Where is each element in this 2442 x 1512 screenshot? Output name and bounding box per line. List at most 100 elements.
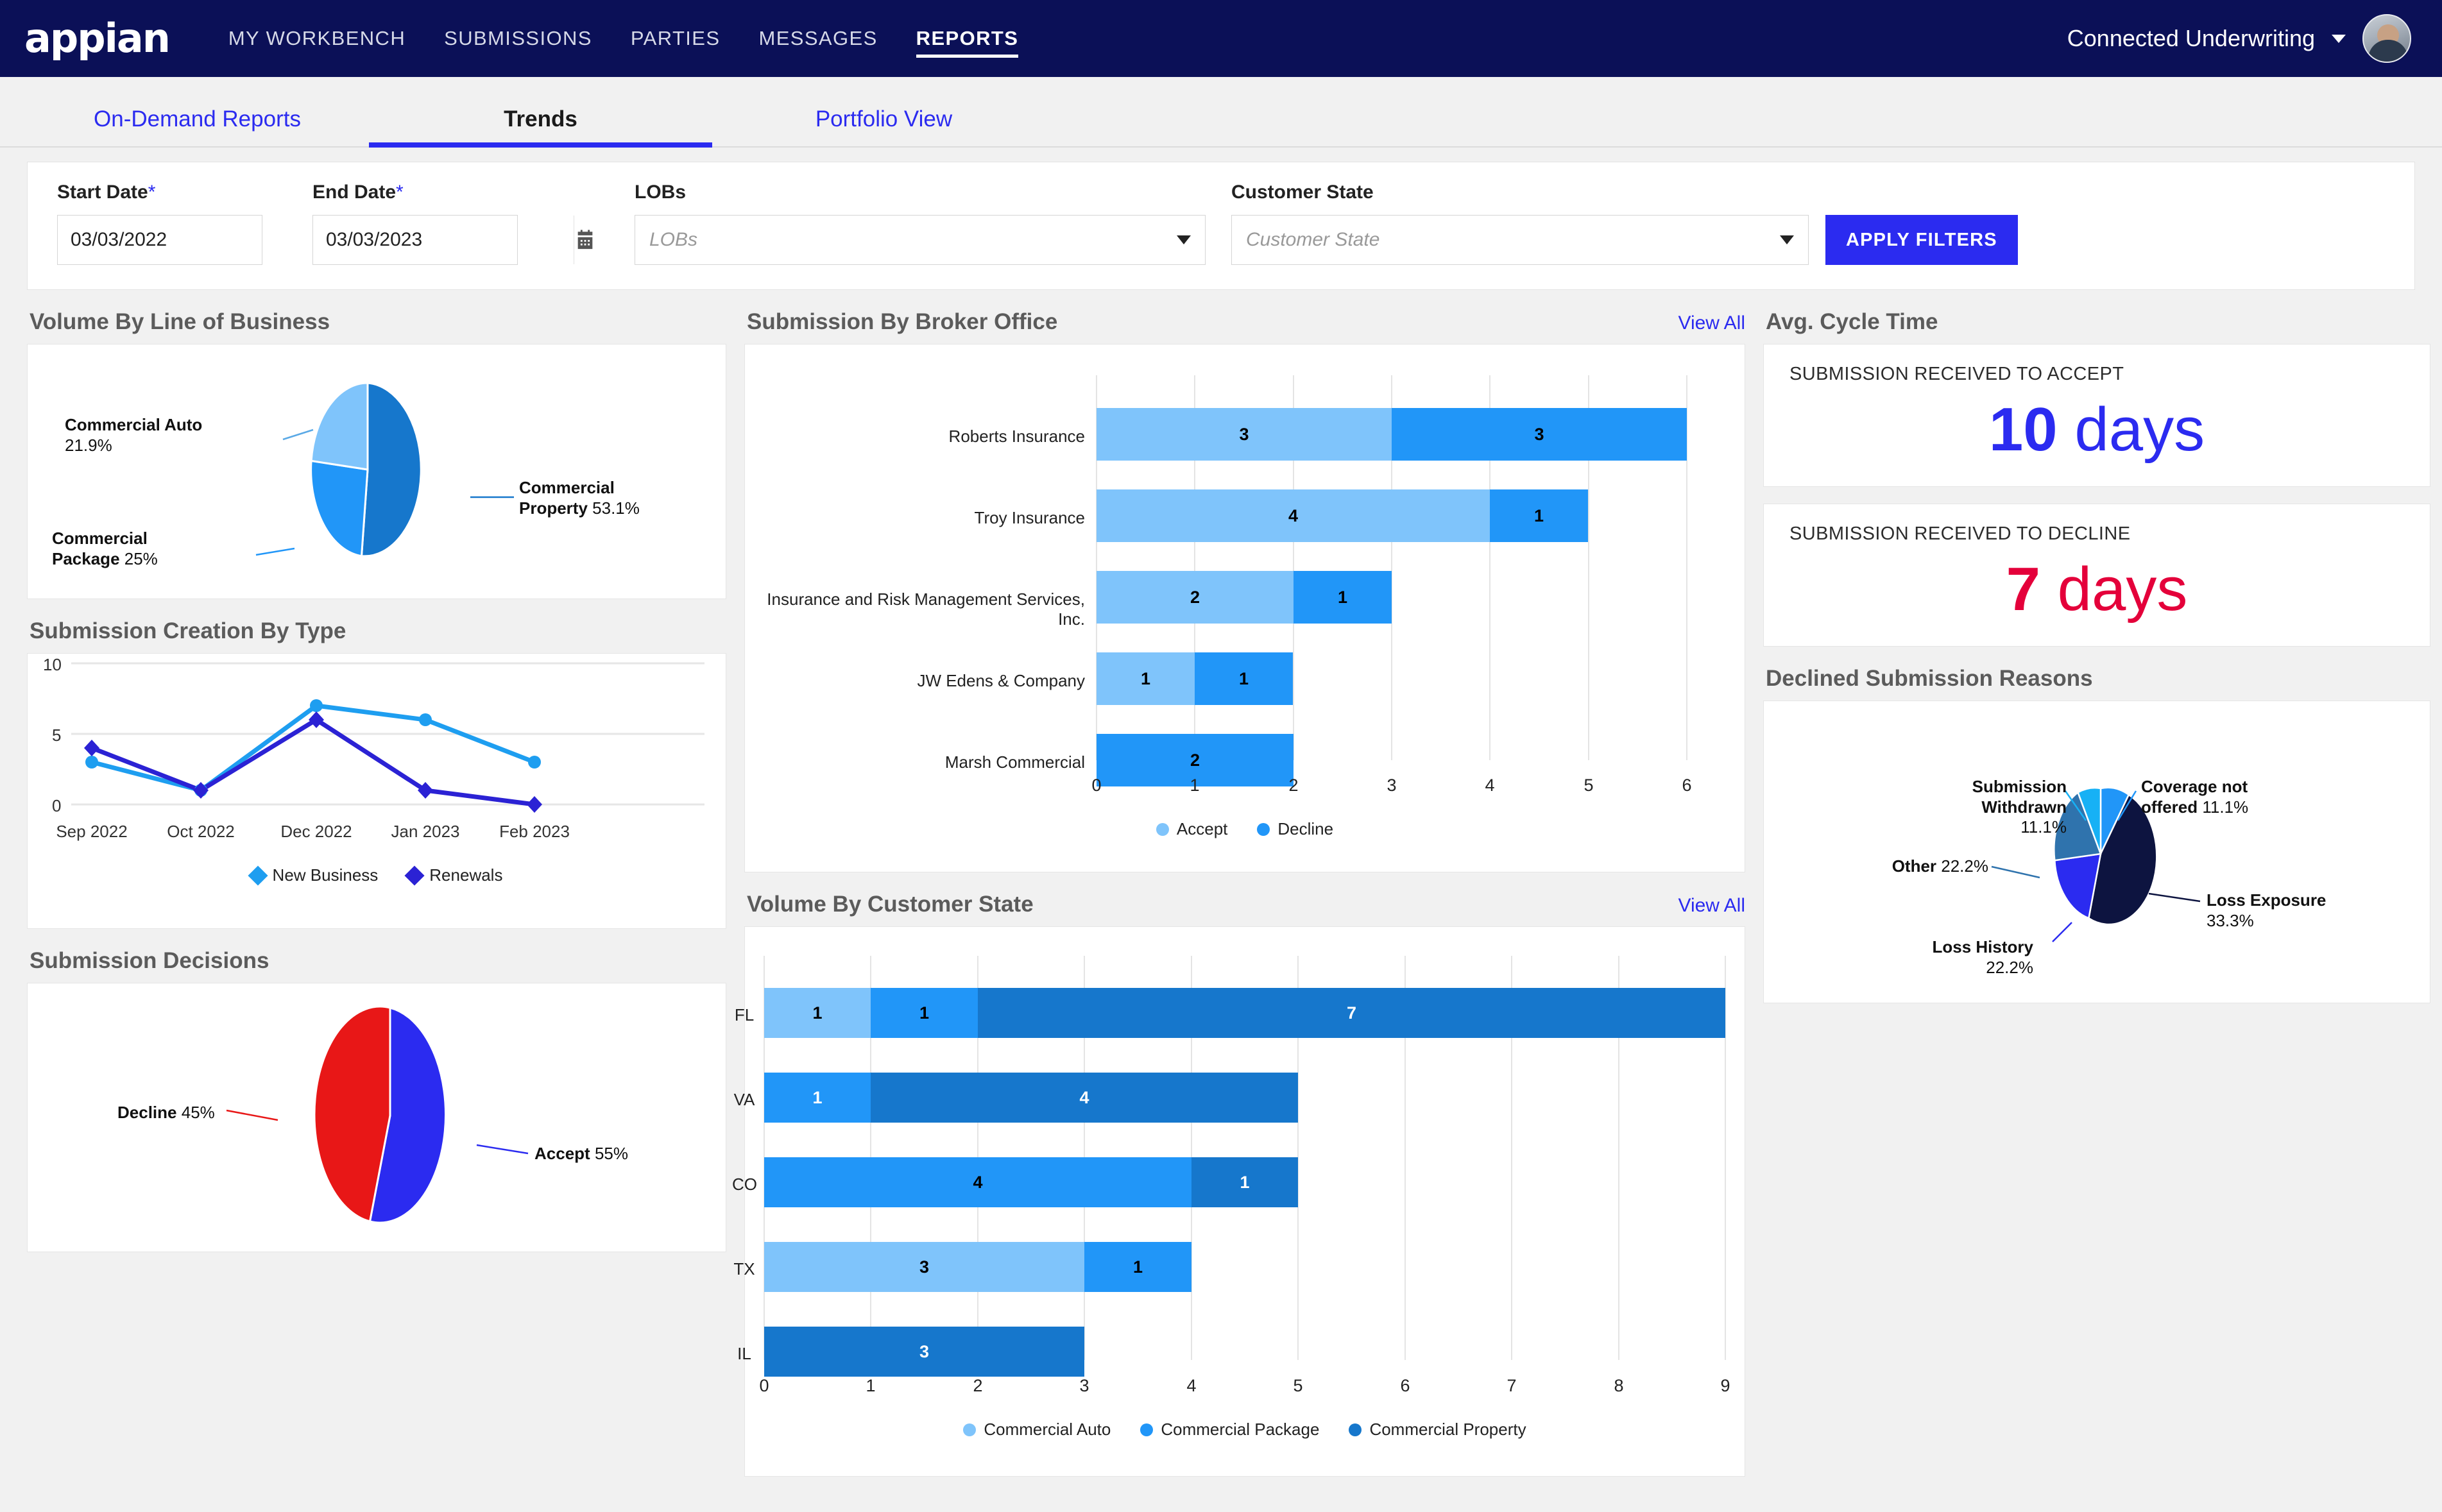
- x-tick-broker-6: 6: [1682, 776, 1692, 795]
- end-date-label: End Date*: [312, 182, 518, 203]
- kpi-unit-accept: days: [2074, 395, 2205, 464]
- required-marker-2: *: [396, 182, 404, 203]
- x-tick-oct-2022: Oct 2022: [167, 822, 235, 841]
- user-menu[interactable]: Connected Underwriting: [2067, 14, 2418, 63]
- customer-state-chart: 1 1 7 1 4 4 1 3 1 3 FL VA CO TX IL 0 1 2…: [732, 927, 1745, 1476]
- chevron-down-icon-state: [1780, 235, 1794, 244]
- nav-item-submissions[interactable]: SUBMISSIONS: [425, 0, 611, 77]
- pie-label-loss-history-name: Loss History: [1932, 937, 2034, 956]
- volume-by-lob-title: Volume By Line of Business: [30, 309, 330, 334]
- lobs-label: LOBs: [635, 182, 687, 203]
- appian-logo[interactable]: appian: [24, 19, 171, 58]
- tab-trends[interactable]: Trends: [369, 106, 712, 148]
- lobs-select[interactable]: LOBs: [635, 215, 1206, 265]
- legend-marker-decline: [1257, 822, 1270, 836]
- kpi-value-decline: 7 days: [1789, 559, 2404, 620]
- report-tabs: On-Demand Reports Trends Portfolio View: [0, 77, 2442, 148]
- volume-by-customer-state-header: Volume By Customer State View All: [747, 892, 1745, 917]
- pie-label-decline-value: 45%: [181, 1103, 215, 1122]
- legend-item-accept[interactable]: Accept: [1156, 819, 1227, 839]
- lobs-placeholder-text: LOBs: [649, 229, 698, 250]
- pie-label-loss-exposure: Loss Exposure 33.3%: [2207, 890, 2354, 931]
- nav-item-reports[interactable]: REPORTS: [897, 0, 1038, 77]
- volume-by-lob-pie: Commercial Auto 21.9% Commercial Package…: [28, 344, 726, 599]
- end-date-group: End Date*: [312, 182, 593, 265]
- submission-by-broker-office-card: 3 3 4 1 2 1 1 1 2 Roberts Insurance Troy…: [744, 344, 1745, 872]
- calendar-icon-2[interactable]: [574, 216, 596, 264]
- legend-marker-commercial-property: [1349, 1423, 1362, 1436]
- x-tick-sep-2022: Sep 2022: [56, 822, 128, 841]
- bar-value-va-property: 4: [1079, 1087, 1089, 1107]
- pie-label-commercial-package-value: 25%: [124, 548, 158, 568]
- chevron-down-icon: [2332, 34, 2346, 43]
- chevron-down-icon-lobs: [1177, 235, 1191, 244]
- bar-value-tx-auto: 3: [919, 1257, 930, 1277]
- start-date-label-text: Start Date: [57, 182, 148, 203]
- pie-label-commercial-property: Commercial Property 53.1%: [519, 478, 679, 518]
- bar-value-troy-accept: 4: [1288, 505, 1299, 525]
- submission-decisions-card: Decline 45% Accept 55%: [27, 983, 726, 1252]
- kpi-number-accept: 10: [1988, 395, 2058, 464]
- cat-label-troy-insurance: Troy Insurance: [974, 508, 1085, 527]
- nav-item-my-workbench[interactable]: MY WORKBENCH: [209, 0, 425, 77]
- pie-label-decline: Decline 45%: [117, 1103, 215, 1123]
- end-date-input[interactable]: [313, 216, 574, 264]
- legend-item-renewals[interactable]: Renewals: [404, 865, 502, 886]
- pie-label-loss-exposure-name: Loss Exposure: [2207, 890, 2327, 910]
- start-date-input-wrapper[interactable]: [57, 215, 337, 265]
- apply-filters-button[interactable]: APPLY FILTERS: [1825, 215, 2018, 265]
- left-column: Volume By Line of Business Commercial Au…: [27, 309, 726, 1252]
- pie-label-loss-history-value: 22.2%: [1986, 957, 2033, 977]
- nav-item-parties[interactable]: PARTIES: [611, 0, 740, 77]
- user-menu-label: Connected Underwriting: [2067, 25, 2315, 51]
- bar-value-irms-accept: 2: [1190, 587, 1200, 607]
- bar-value-co-package: 4: [973, 1172, 983, 1192]
- submission-creation-by-type-card: 10 5 0 Sep 2022 Oct 2022 Dec 2022 Jan 20…: [27, 653, 726, 929]
- nav-item-messages[interactable]: MESSAGES: [739, 0, 896, 77]
- cat-label-jw-edens: JW Edens & Company: [917, 671, 1085, 690]
- x-tick-dec-2022: Dec 2022: [280, 822, 352, 841]
- end-date-input-wrapper[interactable]: [312, 215, 593, 265]
- view-all-broker-office[interactable]: View All: [1678, 312, 1745, 334]
- cat-label-roberts-insurance: Roberts Insurance: [948, 427, 1085, 446]
- pie-label-submission-withdrawn-value: 11.1%: [2020, 817, 2067, 837]
- legend-marker-renewals: [404, 865, 425, 886]
- customer-state-group: Customer State Customer State: [1231, 182, 1809, 265]
- bar-value-il-property: 3: [919, 1341, 930, 1361]
- cat-label-co: CO: [732, 1175, 757, 1194]
- x-tick-feb-2023: Feb 2023: [499, 822, 570, 841]
- legend-label-new-business: New Business: [272, 865, 379, 885]
- bar-value-tx-package: 1: [1132, 1257, 1143, 1277]
- pie-label-commercial-auto: Commercial Auto 21.9%: [65, 415, 216, 455]
- x-tick-broker-5: 5: [1584, 776, 1594, 795]
- primary-nav: MY WORKBENCH SUBMISSIONS PARTIES MESSAGE…: [209, 0, 1038, 77]
- pie-label-other: Other 22.2%: [1866, 856, 1988, 877]
- line-chart-wrapper: 10 5 0 Sep 2022 Oct 2022 Dec 2022 Jan 20…: [28, 654, 726, 928]
- view-all-customer-state[interactable]: View All: [1678, 895, 1745, 917]
- legend-item-commercial-property[interactable]: Commercial Property: [1349, 1420, 1526, 1440]
- legend-marker-commercial-package: [1140, 1423, 1154, 1436]
- legend-item-new-business[interactable]: New Business: [247, 865, 379, 886]
- legend-marker-accept: [1156, 822, 1169, 836]
- start-date-input[interactable]: [58, 216, 318, 264]
- x-tick-broker-3: 3: [1387, 776, 1397, 795]
- tab-portfolio-view[interactable]: Portfolio View: [712, 106, 1055, 146]
- legend-item-commercial-auto[interactable]: Commercial Auto: [963, 1420, 1111, 1440]
- bar-value-troy-decline: 1: [1533, 505, 1544, 525]
- tab-on-demand-reports[interactable]: On-Demand Reports: [26, 106, 369, 146]
- avatar[interactable]: [2362, 14, 2411, 63]
- broker-office-chart: 3 3 4 1 2 1 1 1 2 Roberts Insurance Troy…: [745, 344, 1745, 872]
- pie-label-coverage-not-offered-value: 11.1%: [2202, 797, 2249, 817]
- pie-label-accept-value: 55%: [594, 1144, 628, 1163]
- x-tick-state-0: 0: [759, 1376, 769, 1395]
- legend-marker-new-business: [247, 865, 268, 886]
- volume-by-customer-state-card: 1 1 7 1 4 4 1 3 1 3 FL VA CO TX IL 0 1 2…: [732, 926, 1745, 1477]
- legend-item-decline[interactable]: Decline: [1257, 819, 1333, 839]
- y-tick-10: 10: [43, 655, 62, 674]
- legend-item-commercial-package[interactable]: Commercial Package: [1140, 1420, 1319, 1440]
- pie-label-other-value: 22.2%: [1941, 856, 1988, 876]
- kpi-label-accept: SUBMISSION RECEIVED TO ACCEPT: [1789, 364, 2124, 384]
- pie-label-commercial-package: Commercial Package 25%: [52, 529, 203, 569]
- bar-value-fl-package: 1: [919, 1003, 930, 1023]
- customer-state-select[interactable]: Customer State: [1231, 215, 1809, 265]
